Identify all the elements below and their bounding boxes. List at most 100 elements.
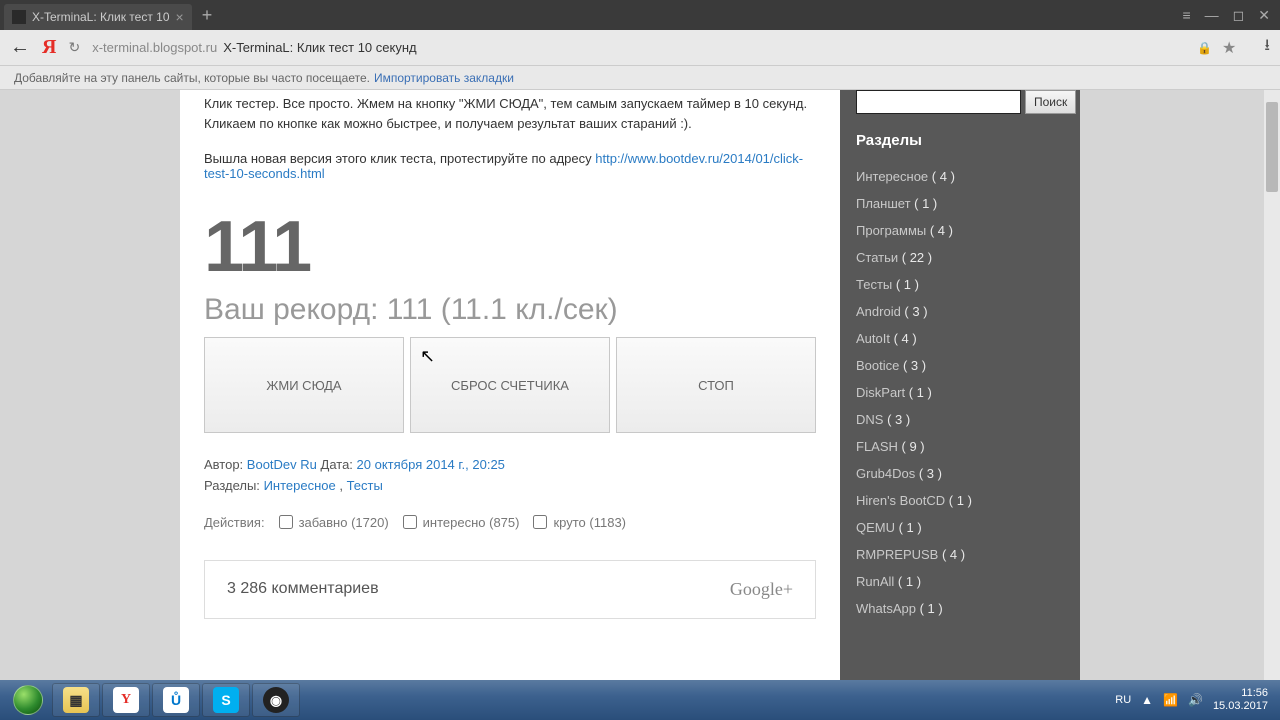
start-button[interactable] <box>6 683 50 717</box>
category-link[interactable]: Grub4Dos <box>856 466 915 481</box>
import-bookmarks-link[interactable]: Импортировать закладки <box>374 71 514 85</box>
category-count: ( 1 ) <box>905 385 932 400</box>
yandex-logo-icon[interactable]: Я <box>42 36 56 59</box>
sections-label: Разделы: <box>204 478 260 493</box>
category-link[interactable]: Bootice <box>856 358 899 373</box>
googleplus-label[interactable]: Google+ <box>730 579 793 600</box>
downloads-icon[interactable]: ⭳ <box>1264 34 1270 61</box>
category-count: ( 3 ) <box>899 358 926 373</box>
category-link[interactable]: DNS <box>856 412 883 427</box>
category-count: ( 1 ) <box>945 493 972 508</box>
category-count: ( 1 ) <box>911 196 938 211</box>
reaction-funny-checkbox[interactable] <box>279 515 293 529</box>
actions-label: Действия: <box>204 515 265 530</box>
category-item[interactable]: AutoIt ( 4 ) <box>856 325 1064 352</box>
category-link[interactable]: WhatsApp <box>856 601 916 616</box>
new-tab-button[interactable]: + <box>202 5 213 26</box>
category-link[interactable]: RMPREPUSB <box>856 547 938 562</box>
tray-volume-icon[interactable]: 🔊 <box>1188 693 1203 707</box>
taskbar-yandex[interactable]: Y <box>102 683 150 717</box>
category-count: ( 3 ) <box>901 304 928 319</box>
category-item[interactable]: Планшет ( 1 ) <box>856 190 1064 217</box>
sidebar-search-input[interactable] <box>856 90 1021 114</box>
bookmarks-bar: Добавляйте на эту панель сайты, которые … <box>0 66 1280 90</box>
window-minimize-icon[interactable]: — <box>1205 7 1219 24</box>
section-link-2[interactable]: Тесты <box>347 478 383 493</box>
category-item[interactable]: Hiren's BootCD ( 1 ) <box>856 487 1064 514</box>
tab-close-icon[interactable]: × <box>176 9 184 25</box>
category-count: ( 4 ) <box>890 331 917 346</box>
category-link[interactable]: Android <box>856 304 901 319</box>
category-count: ( 4 ) <box>926 223 953 238</box>
comments-header: 3 286 комментариев Google+ <box>204 560 816 619</box>
taskbar-explorer[interactable]: ▦ <box>52 683 100 717</box>
menu-icon[interactable]: ≡ <box>1182 7 1190 24</box>
new-version-prefix: Вышла новая версия этого клик теста, про… <box>204 151 595 166</box>
post-date-link[interactable]: 20 октября 2014 г., 20:25 <box>357 457 505 472</box>
category-count: ( 4 ) <box>938 547 965 562</box>
taskbar-obs[interactable]: ◉ <box>252 683 300 717</box>
reload-button[interactable]: ↻ <box>68 39 80 56</box>
tray-flag-icon[interactable]: ▲ <box>1141 693 1153 707</box>
category-link[interactable]: Статьи <box>856 250 898 265</box>
reaction-funny[interactable]: забавно (1720) <box>279 515 389 530</box>
vertical-scrollbar[interactable] <box>1264 90 1280 680</box>
category-item[interactable]: WhatsApp ( 1 ) <box>856 595 1064 622</box>
category-item[interactable]: RunAll ( 1 ) <box>856 568 1064 595</box>
category-link[interactable]: Интересное <box>856 169 928 184</box>
category-link[interactable]: Программы <box>856 223 926 238</box>
sidebar-search-button[interactable]: Поиск <box>1025 90 1076 114</box>
tray-language[interactable]: RU <box>1115 694 1131 706</box>
category-link[interactable]: Планшет <box>856 196 911 211</box>
category-item[interactable]: Grub4Dos ( 3 ) <box>856 460 1064 487</box>
category-link[interactable]: RunAll <box>856 574 894 589</box>
taskbar-skype[interactable]: S <box>202 683 250 717</box>
sidebar-heading: Разделы <box>856 132 1064 149</box>
category-item[interactable]: DiskPart ( 1 ) <box>856 379 1064 406</box>
window-close-icon[interactable]: ✕ <box>1258 7 1270 24</box>
category-link[interactable]: AutoIt <box>856 331 890 346</box>
category-item[interactable]: Bootice ( 3 ) <box>856 352 1064 379</box>
article-main: Клик тестер. Все просто. Жмем на кнопку … <box>180 90 840 680</box>
taskbar-uget[interactable]: Ů <box>152 683 200 717</box>
category-item[interactable]: QEMU ( 1 ) <box>856 514 1064 541</box>
reaction-interesting-checkbox[interactable] <box>403 515 417 529</box>
window-maximize-icon[interactable]: ◻ <box>1233 7 1245 24</box>
category-item[interactable]: RMPREPUSB ( 4 ) <box>856 541 1064 568</box>
category-link[interactable]: QEMU <box>856 520 895 535</box>
nav-back-button[interactable]: ← <box>10 36 30 59</box>
reaction-interesting[interactable]: интересно (875) <box>403 515 520 530</box>
intro-text: Клик тестер. Все просто. Жмем на кнопку … <box>204 94 816 133</box>
category-link[interactable]: Hiren's BootCD <box>856 493 945 508</box>
bookmark-star-icon[interactable]: ★ <box>1222 38 1236 58</box>
category-item[interactable]: Android ( 3 ) <box>856 298 1064 325</box>
tray-network-icon[interactable]: 📶 <box>1163 693 1178 707</box>
category-item[interactable]: FLASH ( 9 ) <box>856 433 1064 460</box>
category-link[interactable]: FLASH <box>856 439 898 454</box>
browser-tab-active[interactable]: X-TerminaL: Клик тест 10 × <box>4 4 192 30</box>
lock-icon[interactable]: 🔒 <box>1197 41 1212 55</box>
category-item[interactable]: Программы ( 4 ) <box>856 217 1064 244</box>
reset-counter-button[interactable]: СБРОС СЧЕТЧИКА <box>410 337 610 433</box>
category-count: ( 4 ) <box>928 169 955 184</box>
category-item[interactable]: Статьи ( 22 ) <box>856 244 1064 271</box>
section-link-1[interactable]: Интересное <box>264 478 336 493</box>
category-link[interactable]: Тесты <box>856 277 892 292</box>
category-count: ( 9 ) <box>898 439 925 454</box>
author-link[interactable]: BootDev Ru <box>247 457 317 472</box>
bookmarks-hint: Добавляйте на эту панель сайты, которые … <box>14 71 370 85</box>
category-link[interactable]: DiskPart <box>856 385 905 400</box>
category-item[interactable]: Тесты ( 1 ) <box>856 271 1064 298</box>
url-field[interactable]: x-terminal.blogspot.ru X-TerminaL: Клик … <box>92 40 1185 55</box>
stop-button[interactable]: СТОП <box>616 337 816 433</box>
author-label: Автор: <box>204 457 243 472</box>
reaction-cool-checkbox[interactable] <box>533 515 547 529</box>
click-here-button[interactable]: ЖМИ СЮДА <box>204 337 404 433</box>
sidebar: Поиск Разделы Интересное ( 4 )Планшет ( … <box>840 90 1080 680</box>
category-item[interactable]: DNS ( 3 ) <box>856 406 1064 433</box>
category-item[interactable]: Интересное ( 4 ) <box>856 163 1064 190</box>
tray-clock[interactable]: 11:56 15.03.2017 <box>1213 687 1268 713</box>
category-count: ( 1 ) <box>894 574 921 589</box>
reaction-cool[interactable]: круто (1183) <box>533 515 626 530</box>
scrollbar-thumb[interactable] <box>1266 102 1278 192</box>
